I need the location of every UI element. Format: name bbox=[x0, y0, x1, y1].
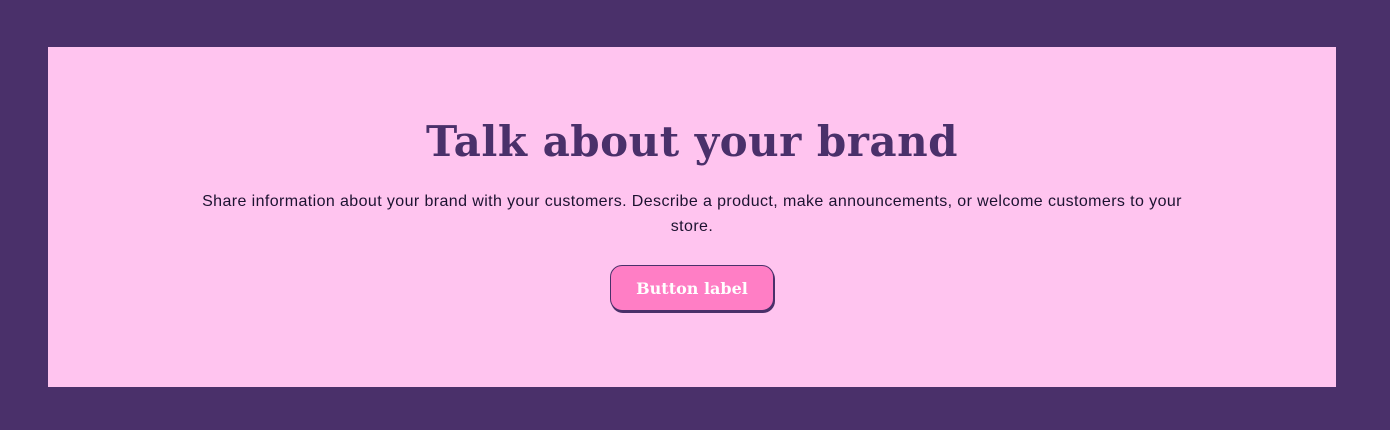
cta-button[interactable]: Button label bbox=[610, 265, 774, 311]
cta-button-label: Button label bbox=[636, 278, 748, 298]
section-heading: Talk about your brand bbox=[425, 117, 959, 166]
section-description: Share information about your brand with … bbox=[202, 193, 1182, 235]
brand-section: Talk about your brand Share information … bbox=[48, 47, 1336, 387]
